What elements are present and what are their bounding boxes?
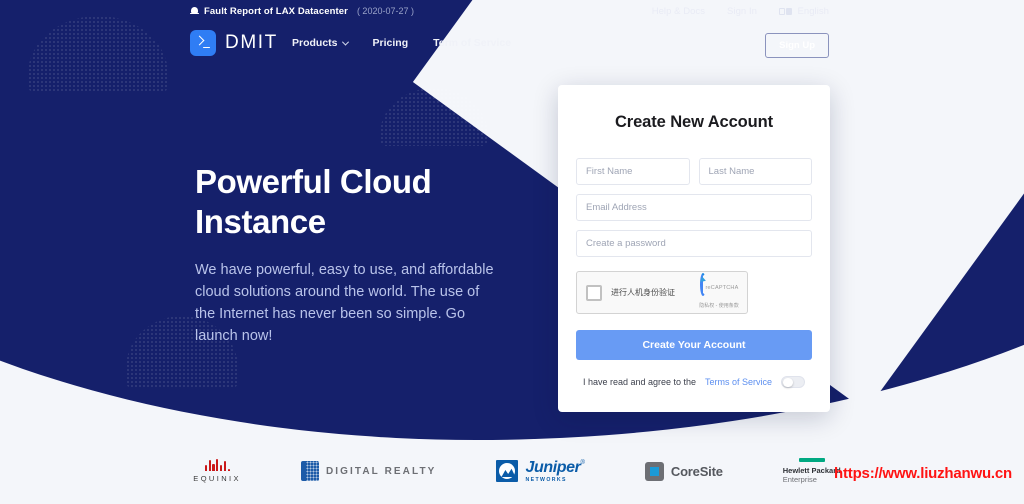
terms-agreement-text: I have read and agree to the — [582, 377, 697, 387]
terminal-prompt-icon — [190, 30, 216, 56]
signup-card: Create New Account 进行人机身份验证 reCAPTCHA 隐私… — [558, 85, 830, 412]
digital-realty-wordmark: DIGITAL REALTY — [325, 465, 437, 477]
hpe-logo-icon — [798, 457, 825, 462]
partner-juniper: Juniper ® NETWORKS — [496, 458, 585, 483]
email-input[interactable] — [576, 194, 812, 221]
partner-digital-realty: DIGITAL REALTY — [300, 461, 437, 481]
last-name-input[interactable] — [698, 158, 812, 185]
language-label: English — [797, 5, 829, 17]
nav-links: Products Pricing Term of Service — [292, 37, 511, 49]
juniper-logo-icon — [496, 460, 519, 482]
recaptcha-widget[interactable]: 进行人机身份验证 reCAPTCHA 隐私权 - 使用条款 — [576, 271, 748, 314]
sign-in-link[interactable]: Sign In — [727, 6, 757, 17]
fault-report-label: Fault Report of LAX Datacenter — [204, 5, 348, 17]
site-watermark: https://www.liuzhanwu.cn — [834, 465, 1012, 482]
hero-title: Powerful Cloud Instance — [195, 162, 495, 243]
create-account-button[interactable]: Create Your Account — [576, 330, 812, 360]
hero-background — [0, 0, 1024, 504]
chevron-down-icon — [341, 38, 349, 46]
hero-title-line-2: Instance — [195, 203, 326, 241]
equinix-wordmark: EQUINIX — [193, 474, 241, 483]
hero-section: Powerful Cloud Instance We have powerful… — [195, 162, 495, 348]
recaptcha-legal-links[interactable]: 隐私权 - 使用条款 — [699, 303, 738, 309]
top-utility-bar: Fault Report of LAX Datacenter ( 2020-07… — [0, 0, 1024, 22]
partner-equinix: EQUINIX — [193, 459, 241, 483]
equinix-logo-icon — [204, 459, 230, 471]
page-root: Fault Report of LAX Datacenter ( 2020-07… — [0, 0, 1024, 504]
terms-of-service-link[interactable]: Terms of Service — [705, 377, 772, 387]
nav-item-term-of-service[interactable]: Term of Service — [433, 37, 511, 49]
juniper-sub-wordmark: NETWORKS — [525, 476, 567, 483]
nav-item-products[interactable]: Products — [292, 37, 349, 49]
bell-icon — [190, 6, 199, 16]
email-field-row — [576, 194, 812, 221]
recaptcha-label: 进行人机身份验证 — [611, 288, 675, 297]
password-field-row — [576, 230, 812, 257]
password-input[interactable] — [576, 230, 812, 257]
nav-item-products-label: Products — [292, 37, 338, 49]
recaptcha-checkbox[interactable] — [586, 284, 602, 301]
signup-button[interactable]: Sign Up — [765, 33, 829, 58]
coresite-wordmark: CoreSite — [670, 463, 723, 479]
terms-agreement-toggle[interactable] — [781, 376, 806, 388]
language-icon — [778, 7, 793, 15]
language-selector[interactable]: English — [778, 5, 829, 17]
brand-name: DMIT — [225, 32, 278, 53]
top-utility-links: Help & Docs Sign In English — [652, 6, 829, 17]
nav-item-pricing[interactable]: Pricing — [373, 37, 409, 49]
recaptcha-brand-label: reCAPTCHA — [705, 285, 739, 291]
help-docs-link[interactable]: Help & Docs — [652, 6, 705, 17]
first-name-input[interactable] — [576, 158, 690, 185]
recaptcha-icon — [699, 273, 707, 296]
hero-title-line-1: Powerful Cloud — [195, 163, 432, 200]
name-field-row — [576, 158, 812, 185]
hpe-sub-wordmark: Enterprise — [782, 474, 817, 484]
terms-agreement-row: I have read and agree to the Terms of Se… — [576, 376, 812, 388]
main-navigation: DMIT Products Pricing Term of Service Si… — [0, 26, 1024, 66]
recaptcha-branding: reCAPTCHA 隐私权 - 使用条款 — [697, 273, 741, 312]
partner-coresite: CoreSite — [644, 461, 723, 481]
hero-subtitle: We have powerful, easy to use, and affor… — [195, 261, 494, 345]
juniper-registered-mark: ® — [580, 459, 585, 466]
digital-realty-logo-icon — [300, 461, 319, 481]
coresite-logo-icon — [644, 461, 664, 481]
signup-card-title: Create New Account — [614, 113, 774, 131]
fault-report-notice[interactable]: Fault Report of LAX Datacenter ( 2020-07… — [190, 6, 414, 17]
partner-hpe: Hewlett Packard Enterprise — [782, 457, 841, 484]
fault-report-date: ( 2020-07-27 ) — [356, 6, 414, 16]
juniper-wordmark: Juniper — [525, 458, 581, 476]
brand-logo[interactable]: DMIT — [190, 30, 278, 56]
